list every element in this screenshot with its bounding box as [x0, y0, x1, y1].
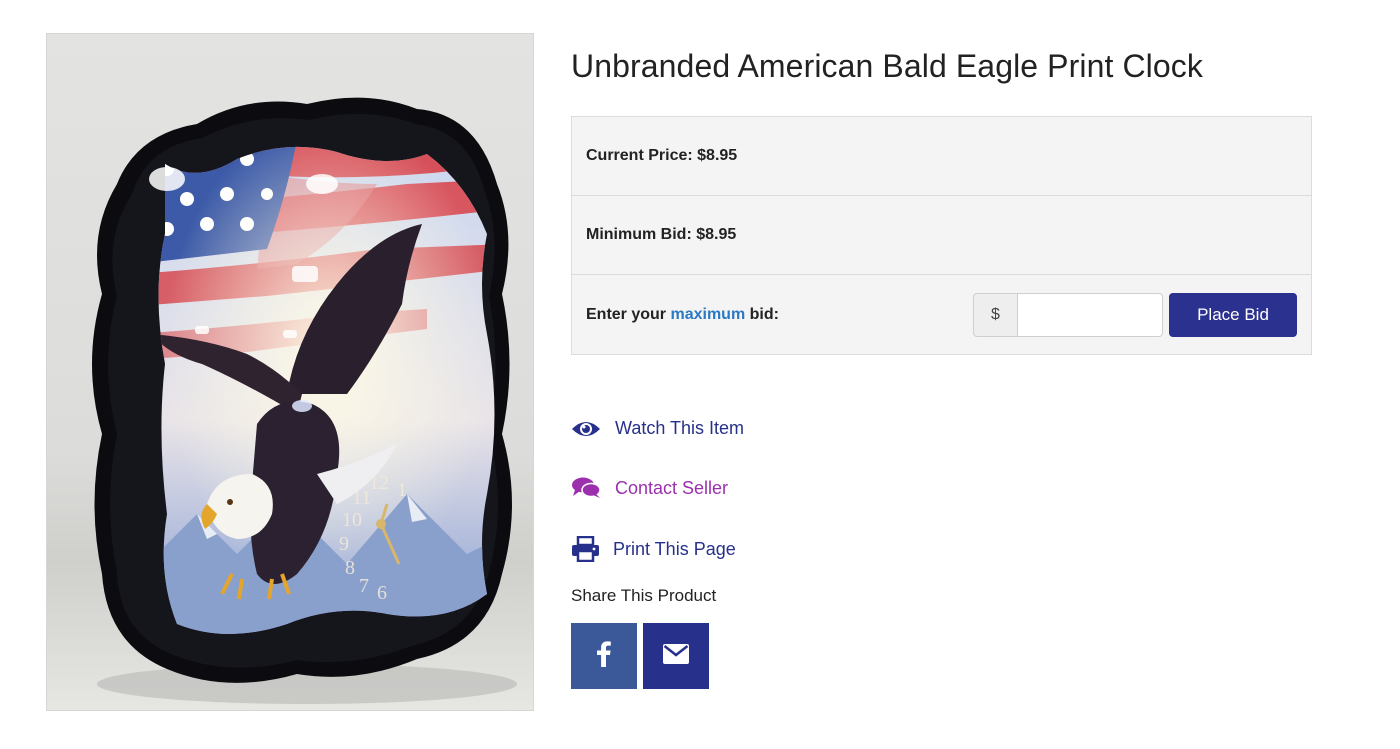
- max-bid-label: Enter your maximum bid:: [586, 306, 779, 324]
- max-bid-label-suffix: bid:: [745, 305, 779, 323]
- max-bid-label-highlight: maximum: [670, 305, 746, 323]
- product-title: Unbranded American Bald Eagle Print Cloc…: [571, 48, 1203, 84]
- bid-controls: $ Place Bid: [973, 292, 1297, 337]
- print-page-label: Print This Page: [613, 538, 736, 559]
- share-label: Share This Product: [571, 586, 717, 605]
- share-facebook-button[interactable]: [571, 623, 637, 689]
- printer-icon: [571, 536, 600, 562]
- max-bid-label-prefix: Enter your: [586, 305, 671, 323]
- print-page-link[interactable]: Print This Page: [571, 536, 736, 562]
- svg-text:7: 7: [359, 575, 369, 597]
- comments-icon: [571, 477, 601, 499]
- current-price: Current Price: $8.95: [586, 147, 738, 164]
- current-price-row: Current Price: $8.95: [572, 117, 1311, 196]
- watch-item-link[interactable]: Watch This Item: [571, 418, 744, 439]
- svg-text:9: 9: [339, 533, 349, 555]
- contact-seller-link[interactable]: Contact Seller: [571, 477, 728, 499]
- share-email-button[interactable]: [643, 623, 709, 689]
- product-page: 12 1 11 10 98 76 Unbranded American Bald…: [0, 0, 1400, 749]
- minimum-bid-row: Minimum Bid: $8.95: [572, 196, 1311, 275]
- currency-addon: $: [973, 292, 1017, 337]
- max-bid-row: Enter your maximum bid: $ Place Bid: [572, 275, 1311, 354]
- contact-seller-label: Contact Seller: [615, 477, 729, 498]
- facebook-icon: [597, 640, 611, 672]
- product-image[interactable]: 12 1 11 10 98 76: [46, 33, 534, 711]
- svg-text:10: 10: [342, 509, 362, 531]
- svg-text:1: 1: [397, 479, 407, 501]
- eagle-clock-illustration: 12 1 1110 98 76: [92, 97, 517, 704]
- svg-text:8: 8: [345, 557, 355, 579]
- envelope-icon: [663, 643, 689, 669]
- watch-item-label: Watch This Item: [615, 418, 745, 438]
- place-bid-button[interactable]: Place Bid: [1169, 292, 1297, 337]
- minimum-bid: Minimum Bid: $8.95: [586, 226, 737, 243]
- bid-panel: Current Price: $8.95 Minimum Bid: $8.95 …: [571, 116, 1312, 355]
- bid-amount-input[interactable]: [1017, 292, 1163, 337]
- eye-icon: [571, 419, 601, 439]
- svg-text:6: 6: [377, 582, 387, 604]
